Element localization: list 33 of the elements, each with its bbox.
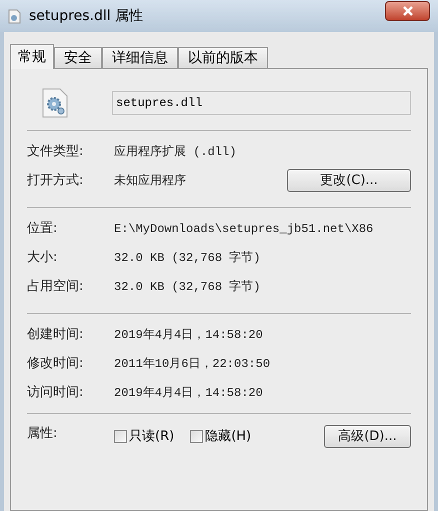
- field-value: E:\MyDownloads\setupres_jb51.net\X86: [114, 220, 374, 238]
- field-value: 2019年4月4日，14:58:20: [114, 384, 264, 402]
- field-value: 32.0 KB (32,768 字节): [114, 278, 262, 296]
- tab[interactable]: 常规: [10, 44, 54, 69]
- checkbox-label[interactable]: 只读(R): [129, 426, 174, 446]
- field-label: 创建时间:: [27, 326, 84, 344]
- dialog-button[interactable]: 更改(C)...: [287, 169, 411, 192]
- file-icon: [8, 8, 21, 24]
- field-value: 应用程序扩展 (.dll): [114, 144, 238, 160]
- field-label: 文件类型:: [27, 142, 84, 161]
- tab[interactable]: 以前的版本: [178, 47, 268, 68]
- field-value: 未知应用程序: [114, 172, 187, 190]
- field-label: 打开方式:: [27, 172, 84, 190]
- field-label: 访问时间:: [27, 384, 84, 402]
- close-icon: [402, 6, 414, 16]
- dialog-button[interactable]: 高级(D)...: [324, 425, 411, 448]
- field-label: 占用空间:: [27, 278, 84, 296]
- field-value: 2011年10月6日，22:03:50: [114, 356, 272, 372]
- field-label: 修改时间:: [27, 354, 84, 373]
- field-label: 大小:: [27, 248, 58, 267]
- checkbox[interactable]: [114, 430, 127, 443]
- tab[interactable]: 详细信息: [102, 47, 178, 68]
- file-gear-icon: [41, 87, 69, 119]
- field-label: 属性:: [27, 425, 58, 443]
- checkbox[interactable]: [190, 430, 204, 443]
- window-title: setupres.dll 属性: [29, 6, 144, 26]
- close-button[interactable]: [385, 1, 430, 21]
- checkbox-label[interactable]: 隐藏(H): [205, 426, 252, 446]
- file-name-field[interactable]: setupres.dll: [112, 91, 411, 115]
- field-label: 位置:: [27, 220, 58, 238]
- field-value: 32.0 KB (32,768 字节): [114, 250, 262, 266]
- field-value: 2019年4月4日，14:58:20: [114, 326, 264, 344]
- tab[interactable]: 安全: [54, 47, 102, 68]
